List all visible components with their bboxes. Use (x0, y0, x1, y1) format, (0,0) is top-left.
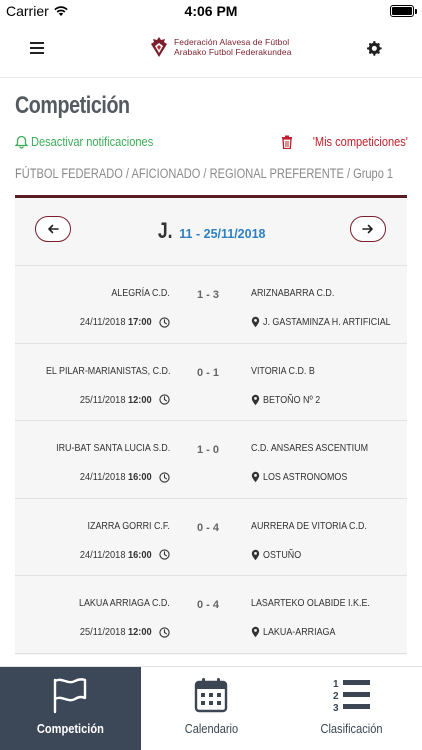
ranking-list-icon: 1 2 3 (333, 679, 370, 713)
match-row[interactable]: ALEGRÍA C.D. 1 - 3 ARIZNABARRA C.D. 24/1… (15, 266, 407, 344)
home-team: IZARRA GORRI C.F. (87, 519, 170, 532)
home-team: IRU-BAT SANTA LUCIA S.D. (55, 442, 170, 454)
map-pin-icon (251, 316, 260, 328)
match-datetime: 25/11/2018 12:00 (75, 626, 170, 638)
tab-calendario[interactable]: Calendario (141, 667, 282, 750)
match-datetime: 25/11/2018 12:00 (75, 394, 170, 406)
venue-name: OSTUÑO (263, 548, 302, 561)
next-round-button[interactable] (350, 216, 386, 242)
crest-icon (151, 37, 167, 57)
svg-text:2: 2 (333, 691, 339, 702)
bottom-tab-bar: Competición Calendario 1 2 3 Clasificaci… (0, 666, 422, 750)
away-team: LASARTEKO OLABIDE I.K.E. (251, 597, 370, 609)
matchday-card: J. 11 - 25/11/2018 ALEGRÍA C.D. 1 - 3 AR… (15, 195, 407, 655)
away-team: C.D. ANSARES ASCENTIUM (251, 442, 369, 454)
match-date-time: 25/11/2018 12:00 (80, 626, 153, 638)
clock-icon (159, 471, 170, 483)
clock-icon (159, 316, 170, 328)
map-pin-icon (251, 549, 260, 560)
round-label: J. 11 - 25/11/2018 (15, 218, 407, 244)
match-datetime: 24/11/2018 16:00 (75, 549, 170, 561)
match-date-time: 25/11/2018 12:00 (80, 393, 153, 406)
match-row[interactable]: IRU-BAT SANTA LUCIA S.D. 1 - 0 C.D. ANSA… (15, 421, 407, 499)
status-bar: Carrier 4:06 PM (0, 0, 422, 22)
match-list: ALEGRÍA C.D. 1 - 3 ARIZNABARRA C.D. 24/1… (15, 266, 407, 654)
clock-icon (159, 549, 170, 560)
arrow-right-icon (362, 224, 373, 234)
tab-label: Calendario (184, 721, 238, 736)
map-pin-icon (251, 394, 260, 405)
flag-icon (54, 678, 87, 714)
match-date-time: 24/11/2018 16:00 (80, 471, 153, 483)
brand-line-2: Arabako Futbol Federakundea (174, 47, 292, 57)
app-header: Federación Alavesa de Fútbol Arabako Fut… (0, 22, 422, 78)
tab-label: Competición (36, 721, 104, 736)
away-team: AURRERA DE VITORIA C.D. (251, 519, 367, 532)
battery-icon (390, 5, 417, 17)
gear-icon[interactable] (366, 40, 382, 56)
match-date-time: 24/11/2018 16:00 (80, 548, 153, 561)
brand-line-1: Federación Alavesa de Fútbol (174, 37, 290, 47)
round-selector: J. 11 - 25/11/2018 (15, 198, 407, 266)
home-team: LAKUA ARRIAGA C.D. (79, 597, 170, 609)
match-venue: J. GASTAMINZA H. ARTIFICIAL (251, 316, 407, 328)
tab-competicion[interactable]: Competición (0, 667, 141, 750)
clock-icon (159, 394, 170, 405)
match-venue: BETOÑO Nº 2 (251, 394, 330, 406)
my-competitions-link[interactable]: 'Mis competiciones' (281, 134, 408, 149)
round-prefix: J. (158, 218, 174, 243)
venue-name: J. GASTAMINZA H. ARTIFICIAL (263, 316, 391, 328)
breadcrumb: FÚTBOL FEDERADO / AFICIONADO / REGIONAL … (15, 166, 394, 181)
my-competitions-label: 'Mis competiciones' (312, 134, 408, 149)
match-date-time: 24/11/2018 17:00 (80, 316, 153, 328)
venue-name: LOS ASTRONOMOS (263, 471, 348, 483)
clock: 4:06 PM (184, 3, 238, 19)
home-team: ALEGRÍA C.D. (111, 287, 170, 299)
match-row[interactable]: IZARRA GORRI C.F. 0 - 4 AURRERA DE VITOR… (15, 499, 407, 576)
venue-name: BETOÑO Nº 2 (263, 393, 321, 406)
clock-icon (159, 626, 170, 638)
match-score: 0 - 1 (196, 366, 219, 379)
match-score: 1 - 3 (196, 289, 219, 301)
home-team: EL PILAR-MARIANISTAS, C.D. (45, 364, 170, 377)
federation-logo: Federación Alavesa de Fútbol Arabako Fut… (150, 36, 292, 58)
toggle-notifications-link[interactable]: Desactivar notificaciones (15, 134, 175, 149)
page-title: Competición (15, 92, 130, 119)
bell-icon (15, 135, 28, 149)
match-score: 0 - 4 (196, 599, 219, 611)
trash-icon (282, 135, 293, 149)
match-row[interactable]: EL PILAR-MARIANISTAS, C.D. 0 - 1 VITORIA… (15, 344, 407, 421)
match-datetime: 24/11/2018 16:00 (75, 471, 170, 483)
tab-label: Clasificación (320, 721, 383, 736)
hamburger-menu-button[interactable] (30, 42, 44, 54)
match-score: 1 - 0 (196, 444, 219, 456)
notifications-label: Desactivar notificaciones (31, 134, 154, 149)
match-row[interactable]: LAKUA ARRIAGA C.D. 0 - 4 LASARTEKO OLABI… (15, 576, 407, 654)
calendar-icon (194, 678, 228, 713)
svg-text:3: 3 (333, 703, 339, 713)
venue-name: LAKUA-ARRIAGA (263, 626, 336, 638)
round-date-range[interactable]: 11 - 25/11/2018 (179, 227, 265, 241)
map-pin-icon (251, 626, 260, 638)
map-pin-icon (251, 471, 260, 483)
svg-text:1: 1 (333, 679, 339, 690)
match-score: 0 - 4 (196, 521, 219, 534)
match-venue: LOS ASTRONOMOS (251, 471, 362, 483)
match-datetime: 24/11/2018 17:00 (75, 316, 170, 328)
away-team: VITORIA C.D. B (251, 364, 315, 377)
match-venue: LAKUA-ARRIAGA (251, 626, 348, 638)
match-venue: OSTUÑO (251, 549, 308, 561)
away-team: ARIZNABARRA C.D. (251, 287, 335, 299)
tab-clasificacion[interactable]: 1 2 3 Clasificación (281, 667, 422, 750)
